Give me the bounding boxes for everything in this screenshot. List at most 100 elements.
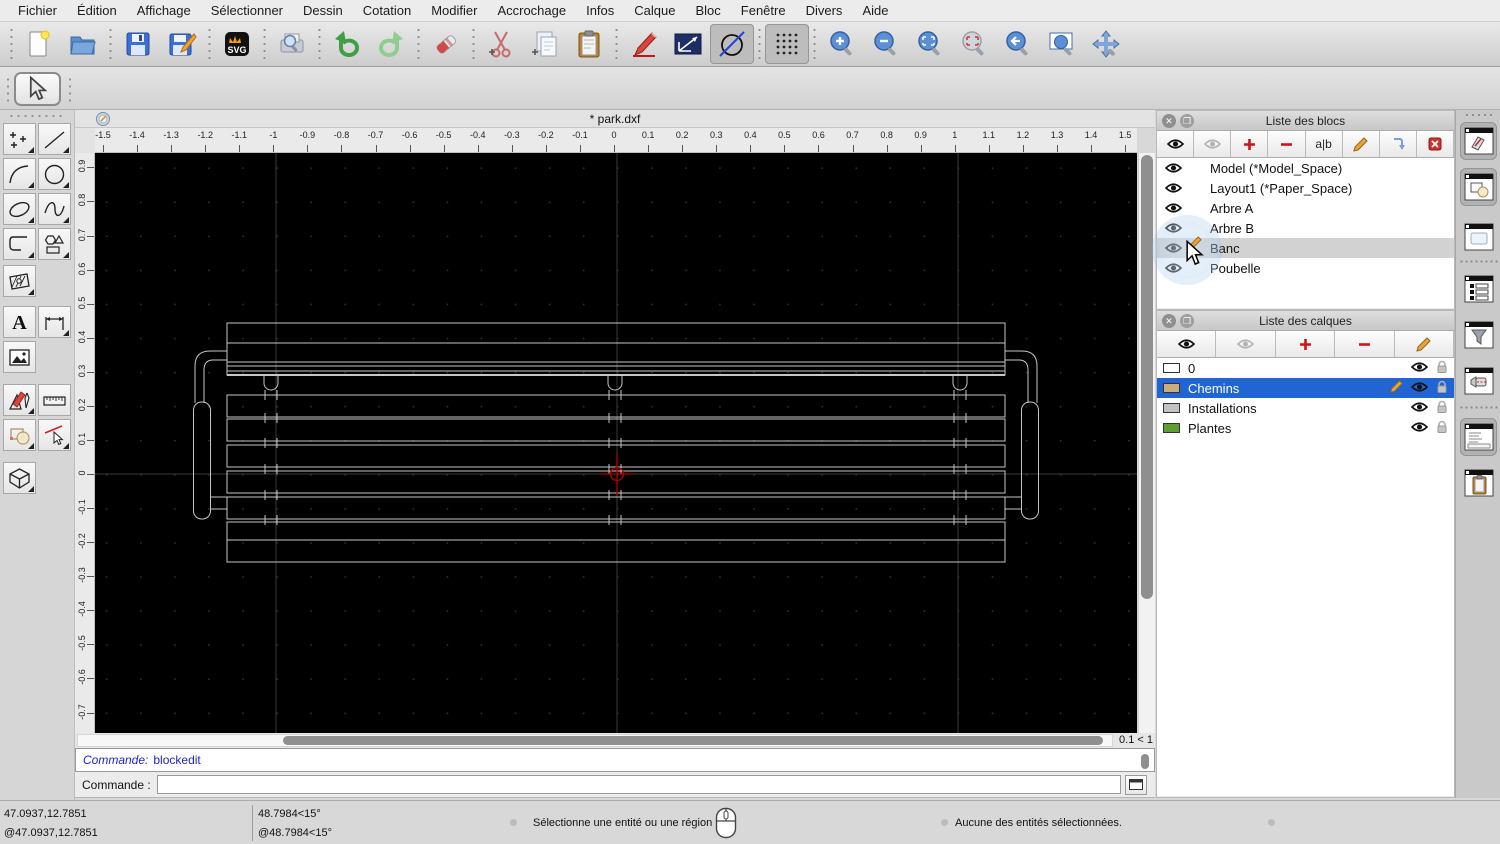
show-all-layers-button[interactable] <box>1157 331 1217 357</box>
menu-infos[interactable]: Infos <box>576 0 624 22</box>
arc-tool-button[interactable] <box>3 158 36 190</box>
horizontal-scrollbar-thumb[interactable] <box>283 736 1103 745</box>
close-icon[interactable]: ✕ <box>1162 314 1176 328</box>
shapes-tool-button[interactable] <box>38 228 71 260</box>
layer-lock-icon[interactable] <box>1436 380 1448 397</box>
cut-button[interactable] <box>479 24 523 64</box>
toolbar-grip[interactable] <box>68 76 72 102</box>
block-row-layout1-paper-space-[interactable]: Layout1 (*Paper_Space) <box>1157 178 1454 198</box>
command-widget-button[interactable] <box>1460 418 1497 456</box>
zoom-in-button[interactable] <box>820 24 864 64</box>
close-icon[interactable]: ✕ <box>1162 114 1176 128</box>
menu-bloc[interactable]: Bloc <box>685 0 730 22</box>
menu-slectionner[interactable]: Sélectionner <box>201 0 293 22</box>
drawing-canvas[interactable] <box>95 153 1137 733</box>
layer-list-widget-button[interactable] <box>1460 168 1497 206</box>
ortho-angle-button[interactable] <box>666 24 710 64</box>
block-visibility-eye-icon[interactable] <box>1165 162 1182 174</box>
copy-button[interactable] <box>523 24 567 64</box>
library-browser-widget-button[interactable] <box>1460 218 1497 256</box>
edit-block-button[interactable] <box>1342 131 1380 157</box>
layer-color-swatch[interactable] <box>1163 423 1180 433</box>
layer-row-installations[interactable]: Installations <box>1157 398 1454 418</box>
menu-fentre[interactable]: Fenêtre <box>731 0 796 22</box>
strip-grip[interactable] <box>1464 113 1494 117</box>
ellipse-tool-button[interactable] <box>3 193 36 225</box>
block-visibility-eye-icon[interactable] <box>1165 222 1182 234</box>
edit-layer-button[interactable] <box>1394 331 1455 357</box>
insert-block-button[interactable] <box>1379 131 1417 157</box>
remove-layer-button[interactable] <box>1335 331 1395 357</box>
layer-row-chemins[interactable]: Chemins <box>1157 378 1454 398</box>
spline-tool-button[interactable] <box>38 193 71 225</box>
layer-lock-icon[interactable] <box>1436 400 1448 417</box>
dimension-tool-button[interactable] <box>38 306 71 338</box>
menu-affichage[interactable]: Affichage <box>127 0 201 22</box>
layer-row-plantes[interactable]: Plantes <box>1157 418 1454 438</box>
menu-cotation[interactable]: Cotation <box>353 0 421 22</box>
layer-color-swatch[interactable] <box>1163 403 1180 413</box>
layer-visibility-eye-icon[interactable] <box>1410 401 1429 416</box>
add-layer-button[interactable] <box>1275 331 1336 357</box>
select-entity-tool-button[interactable] <box>38 419 71 451</box>
isometric-toggle-button[interactable] <box>710 24 754 64</box>
block-row-banc[interactable]: Banc <box>1157 238 1454 258</box>
command-input[interactable] <box>156 775 1121 794</box>
layer-visibility-eye-icon[interactable] <box>1410 421 1429 436</box>
draw-pencil-button[interactable] <box>622 24 666 64</box>
named-views-widget-button[interactable] <box>1460 362 1497 400</box>
float-icon[interactable]: ❐ <box>1180 314 1194 328</box>
delete-block-button[interactable] <box>1416 131 1454 157</box>
menu-aide[interactable]: Aide <box>852 0 898 22</box>
hide-all-blocks-button[interactable] <box>1194 131 1232 157</box>
layers-panel-titlebar[interactable]: ✕ ❐ Liste des calques <box>1157 311 1454 331</box>
save-button[interactable] <box>116 24 160 64</box>
menu-accrochage[interactable]: Accrochage <box>487 0 576 22</box>
zoom-selection-button[interactable] <box>952 24 996 64</box>
menu-dessin[interactable]: Dessin <box>293 0 353 22</box>
selection-tool-button[interactable] <box>14 72 61 106</box>
hide-all-layers-button[interactable] <box>1216 331 1276 357</box>
toolbar-grip[interactable] <box>6 76 10 102</box>
entity-list-widget-button[interactable] <box>1460 270 1497 308</box>
menu-dition[interactable]: Édition <box>67 0 127 22</box>
draw-tools-button[interactable] <box>3 384 36 416</box>
blocks-panel-titlebar[interactable]: ✕ ❐ Liste des blocs <box>1157 111 1454 131</box>
block-visibility-eye-icon[interactable] <box>1165 182 1182 194</box>
add-block-button[interactable] <box>1231 131 1269 157</box>
remove-block-button[interactable] <box>1268 131 1306 157</box>
menu-modifier[interactable]: Modifier <box>421 0 487 22</box>
measure-tool-button[interactable] <box>38 384 71 416</box>
open-file-button[interactable] <box>61 24 105 64</box>
print-preview-button[interactable] <box>270 24 314 64</box>
block-visibility-eye-icon[interactable] <box>1165 262 1182 274</box>
points-tool-button[interactable] <box>3 123 36 155</box>
block-list-widget-button[interactable] <box>1460 122 1497 160</box>
menu-calque[interactable]: Calque <box>624 0 685 22</box>
text-tool-button[interactable]: A <box>3 306 36 338</box>
layer-edit-pencil-icon[interactable] <box>1390 380 1403 396</box>
circle-tool-button[interactable] <box>38 158 71 190</box>
zoom-out-button[interactable] <box>864 24 908 64</box>
float-icon[interactable]: ❐ <box>1180 114 1194 128</box>
command-history-thumb[interactable] <box>1141 754 1149 769</box>
zoom-window-button[interactable] <box>1040 24 1084 64</box>
layer-visibility-eye-icon[interactable] <box>1410 361 1429 376</box>
command-popup-button[interactable] <box>1124 774 1147 795</box>
show-all-blocks-button[interactable] <box>1157 131 1195 157</box>
layer-color-swatch[interactable] <box>1163 383 1180 393</box>
canvas-vertical-scrollbar[interactable] <box>1138 153 1155 733</box>
menu-fichier[interactable]: Fichier <box>8 0 67 22</box>
zoom-previous-button[interactable] <box>996 24 1040 64</box>
toolbar-grip[interactable] <box>8 27 15 61</box>
line-tool-button[interactable] <box>38 123 71 155</box>
pan-button[interactable] <box>1084 24 1128 64</box>
command-history-scrollbar[interactable] <box>1141 751 1152 769</box>
palette-grip[interactable] <box>8 114 66 118</box>
svg-export-button[interactable]: SVG <box>215 24 259 64</box>
menu-divers[interactable]: Divers <box>796 0 853 22</box>
layer-row-0[interactable]: 0 <box>1157 358 1454 378</box>
block-row-poubelle[interactable]: Poubelle <box>1157 258 1454 278</box>
paste-button[interactable] <box>567 24 611 64</box>
block-visibility-eye-icon[interactable] <box>1165 202 1182 214</box>
